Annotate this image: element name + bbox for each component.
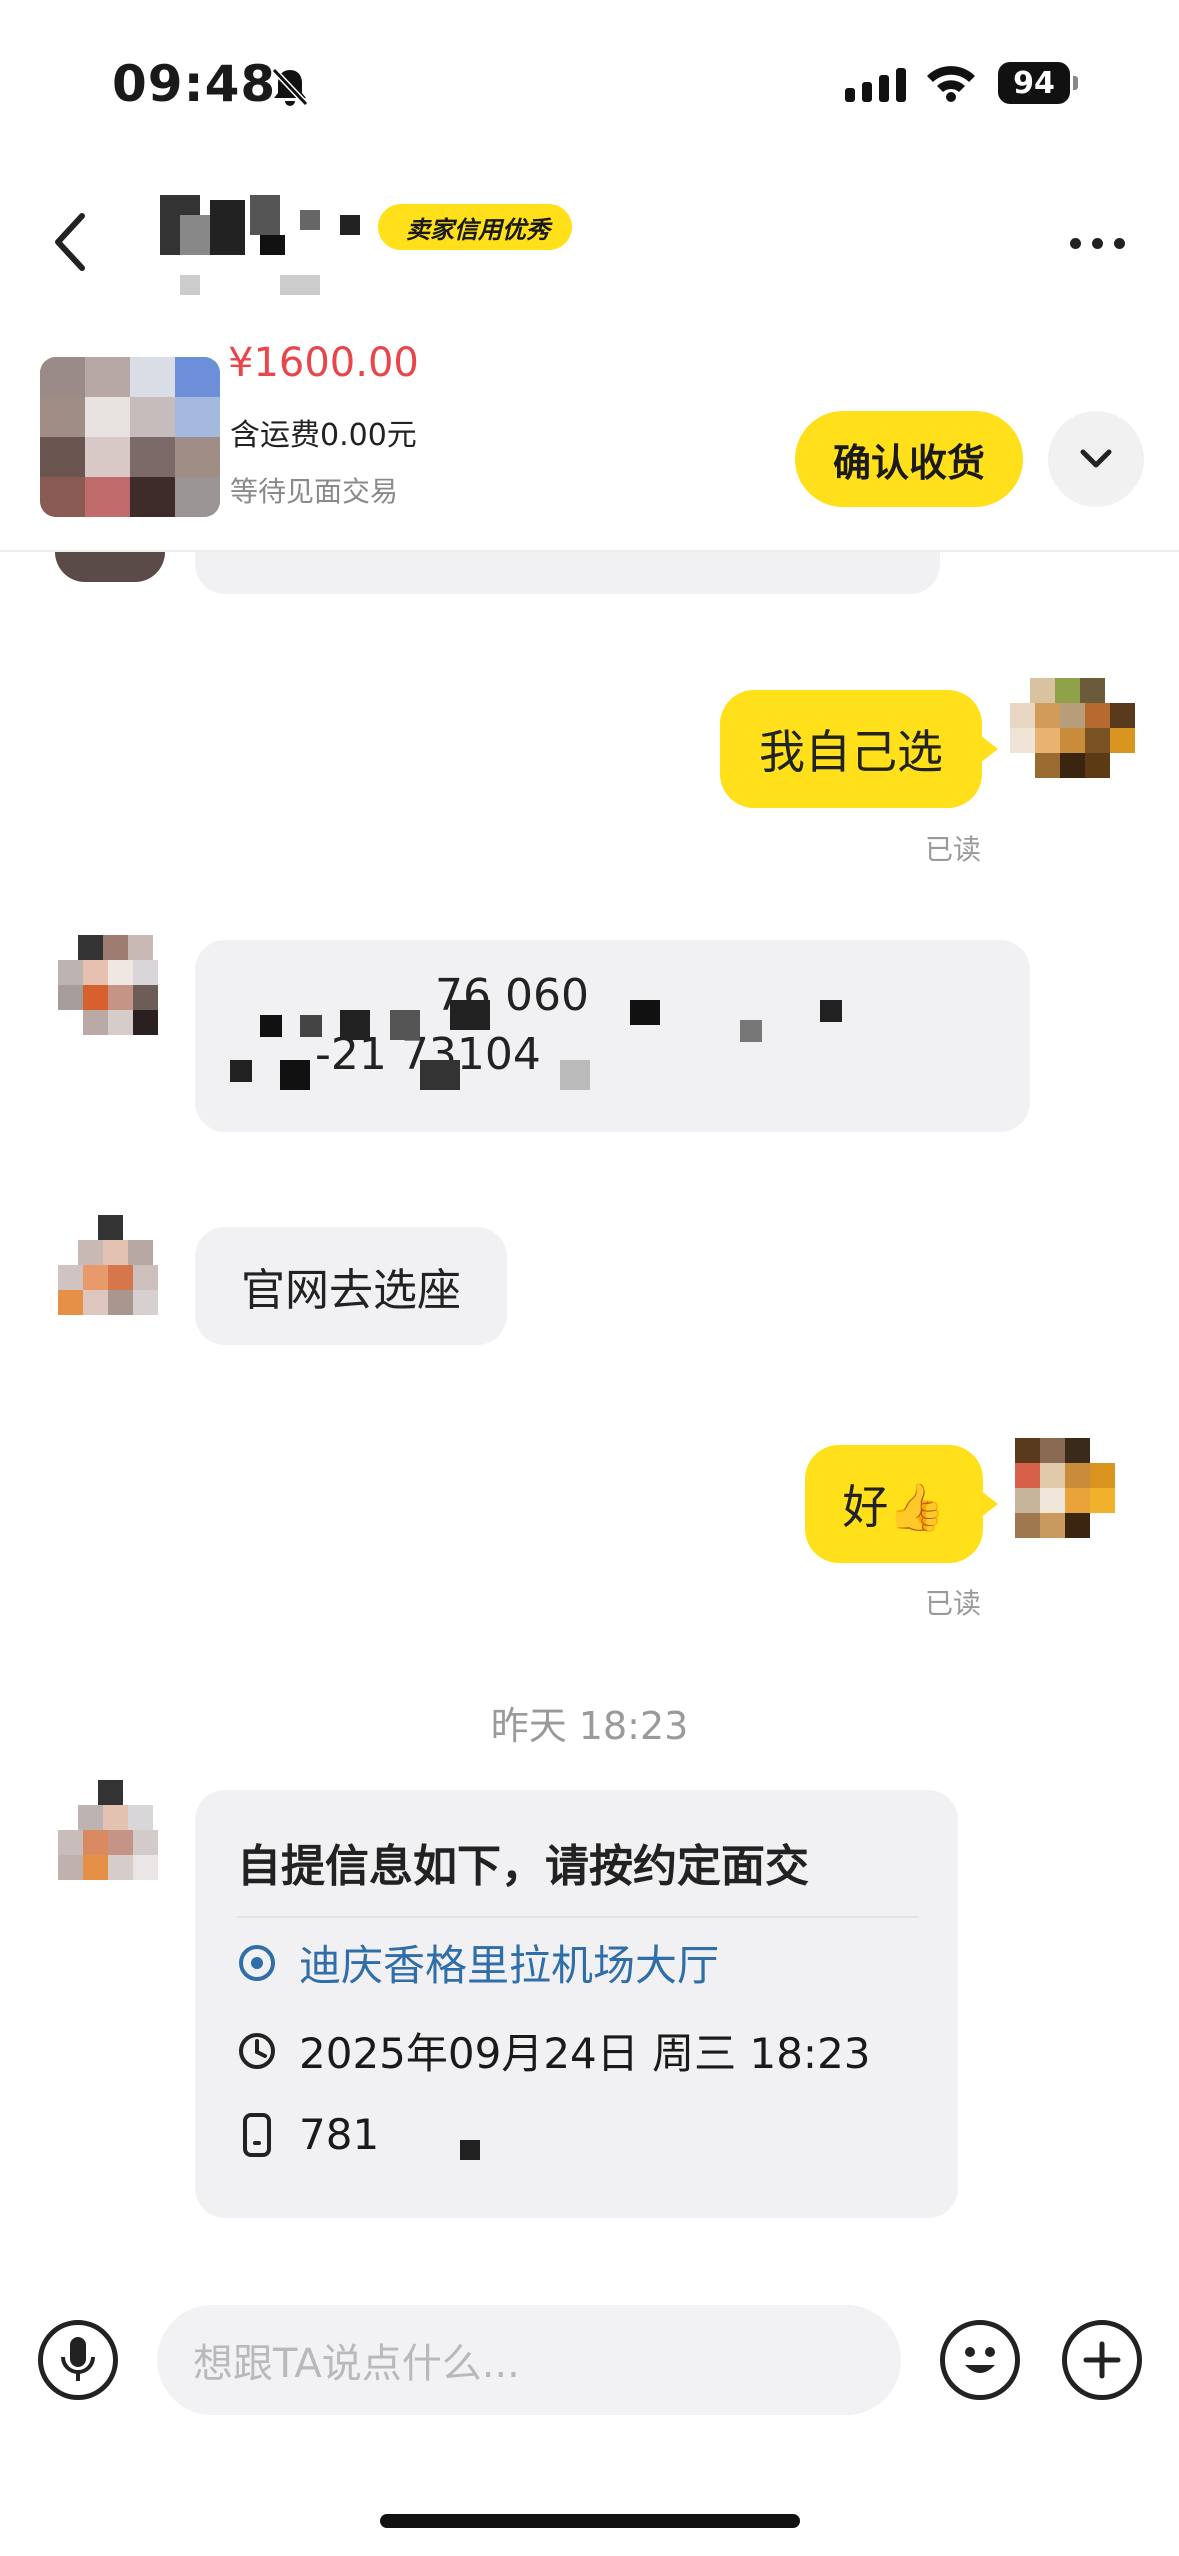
read-receipt: 已读 bbox=[925, 833, 982, 866]
message-bubble-sent[interactable]: 我自己选 bbox=[720, 690, 982, 808]
read-receipt: 已读 bbox=[925, 1587, 982, 1620]
location-pin-icon bbox=[239, 1944, 275, 1981]
clock-icon bbox=[239, 2032, 275, 2069]
battery-tip bbox=[1073, 76, 1078, 90]
emoji-button[interactable] bbox=[940, 2320, 1020, 2400]
seller-credit-badge: 卖家信用优秀 bbox=[378, 204, 572, 250]
seller-avatar[interactable] bbox=[58, 1780, 173, 1910]
message-bubble-received[interactable]: 官网去选座 bbox=[195, 1227, 507, 1345]
back-button[interactable] bbox=[50, 210, 90, 278]
emoji-icon bbox=[965, 2347, 995, 2373]
shipping-fee: 含运费0.00元 bbox=[230, 418, 417, 453]
product-thumbnail[interactable] bbox=[40, 357, 220, 517]
seller-name-redacted bbox=[160, 195, 380, 309]
more-icon[interactable] bbox=[1070, 238, 1125, 249]
back-icon bbox=[55, 213, 85, 271]
my-avatar[interactable] bbox=[1015, 1438, 1130, 1568]
order-price: ¥1600.00 bbox=[228, 340, 419, 386]
status-time: 09:48 bbox=[112, 55, 277, 113]
message-bubble-sent[interactable]: 好👍 bbox=[805, 1445, 983, 1563]
redaction-pixels bbox=[230, 980, 930, 1104]
partial-message-bubble bbox=[195, 552, 940, 594]
battery-icon: 94 bbox=[998, 62, 1070, 104]
phone-icon bbox=[243, 2112, 271, 2157]
confirm-receipt-button[interactable]: 确认收货 bbox=[795, 411, 1023, 507]
pickup-location-row[interactable]: 迪庆香格里拉机场大厅 bbox=[237, 1932, 719, 1993]
expand-order-button[interactable] bbox=[1048, 411, 1144, 507]
microphone-icon bbox=[61, 2337, 95, 2381]
message-input[interactable]: 想跟TA说点什么... bbox=[157, 2305, 901, 2415]
more-actions-button[interactable] bbox=[1062, 2320, 1142, 2400]
pickup-datetime: 2025年09月24日 周三 18:23 bbox=[299, 2029, 871, 2078]
seller-avatar[interactable] bbox=[58, 1215, 173, 1345]
signal-icon bbox=[845, 68, 906, 102]
chevron-down-icon bbox=[1080, 449, 1112, 468]
home-indicator bbox=[380, 2514, 800, 2528]
card-divider bbox=[237, 1916, 919, 1918]
pickup-location: 迪庆香格里拉机场大厅 bbox=[299, 1941, 720, 1990]
seller-avatar[interactable] bbox=[58, 935, 173, 1065]
bubble-tail bbox=[980, 1490, 998, 1518]
pickup-card-title: 自提信息如下，请按约定面交 bbox=[237, 1841, 809, 1892]
my-avatar[interactable] bbox=[1010, 678, 1135, 808]
bell-slash-icon bbox=[270, 66, 310, 112]
bubble-tail bbox=[980, 735, 998, 763]
wifi-icon bbox=[925, 62, 977, 106]
voice-input-button[interactable] bbox=[38, 2320, 118, 2400]
message-timestamp: 昨天 18:23 bbox=[490, 1704, 689, 1748]
pickup-phone: 781 bbox=[299, 2110, 380, 2159]
pickup-time-row: 2025年09月24日 周三 18:23 bbox=[237, 2020, 871, 2081]
partial-avatar bbox=[55, 552, 165, 582]
plus-icon bbox=[1083, 2341, 1121, 2379]
trade-status: 等待见面交易 bbox=[230, 475, 399, 508]
pickup-phone-row[interactable]: 781 bbox=[237, 2110, 379, 2159]
phone-redaction bbox=[460, 2140, 480, 2160]
